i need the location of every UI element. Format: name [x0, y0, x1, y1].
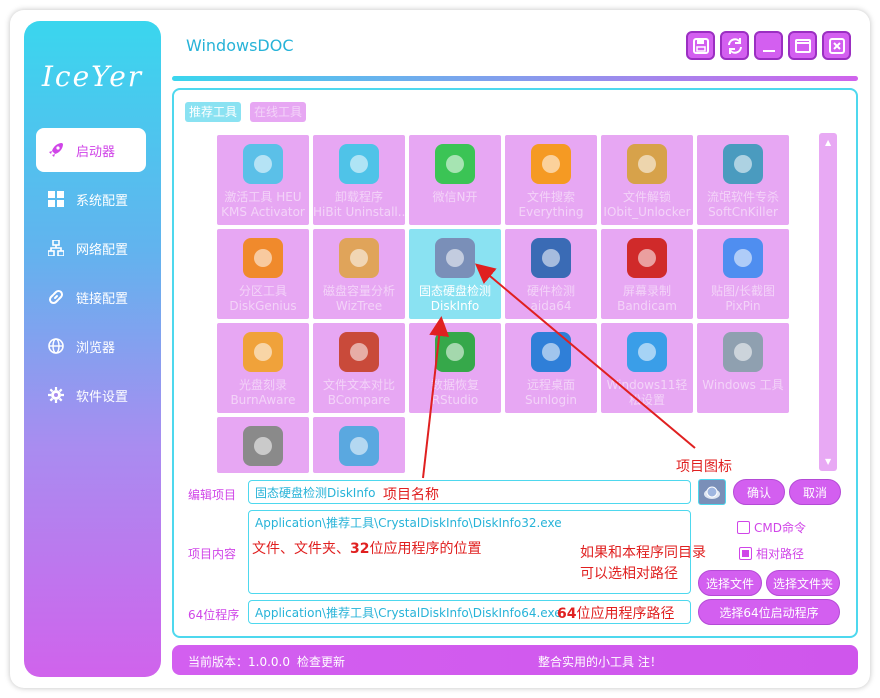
arrow-to-icon	[474, 263, 696, 449]
arrow-to-name	[422, 316, 450, 479]
check-update-link[interactable]: 检查更新	[297, 653, 345, 670]
annotation-arrows	[422, 263, 696, 479]
status-bar: 当前版本：1.0.0.0 检查更新 整合实用的小工具 注！	[172, 645, 858, 675]
version-text: 当前版本：1.0.0.0	[188, 655, 290, 669]
slogan-text: 整合实用的小工具 注！	[538, 655, 662, 669]
